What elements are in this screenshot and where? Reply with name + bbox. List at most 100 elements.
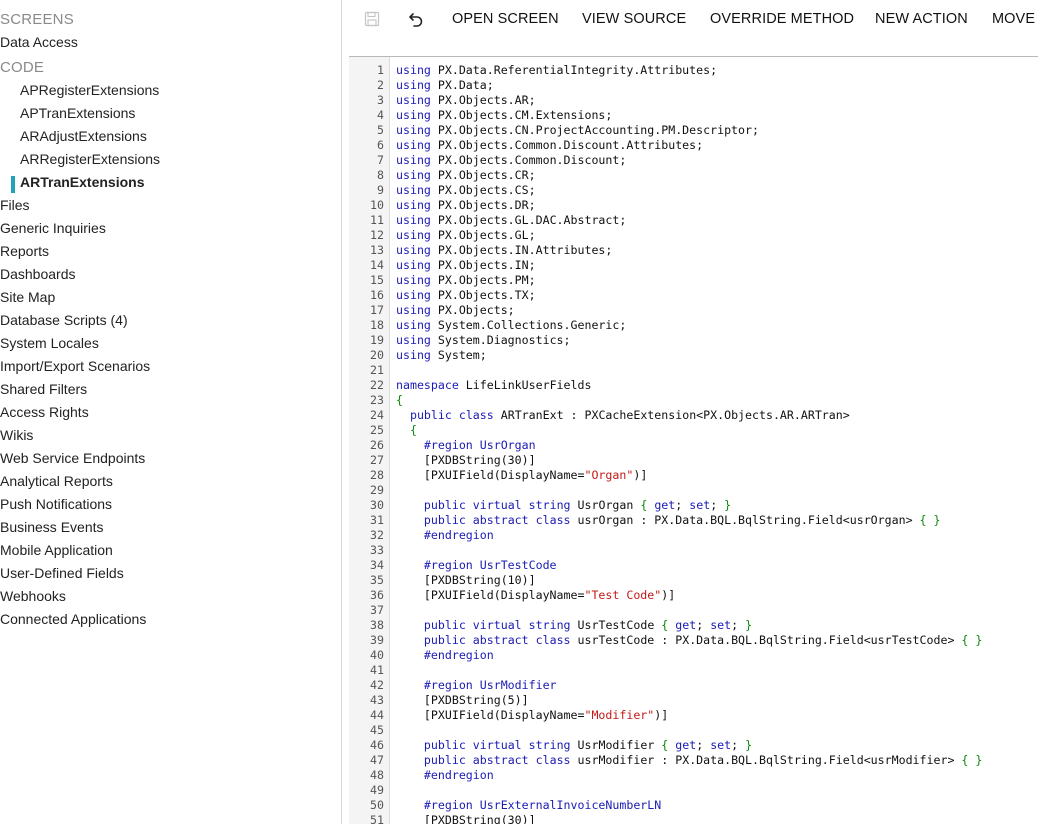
line-number: 37 — [370, 603, 384, 617]
code-text[interactable]: using PX.Data; — [396, 78, 494, 93]
code-text[interactable]: [PXDBString(30)] — [396, 453, 536, 468]
code-text[interactable]: using PX.Objects.GL.DAC.Abstract; — [396, 213, 626, 228]
code-text[interactable]: public abstract class usrTestCode : PX.D… — [396, 633, 982, 648]
code-text[interactable]: using PX.Objects.TX; — [396, 288, 536, 303]
active-item-indicator — [11, 176, 15, 193]
sidebar-item-generic-inquiries[interactable]: Generic Inquiries — [0, 217, 106, 240]
line-number: 38 — [370, 618, 384, 632]
line-number: 5 — [377, 123, 384, 137]
code-text[interactable]: using PX.Objects.Common.Discount; — [396, 153, 626, 168]
line-number: 44 — [370, 708, 384, 722]
sidebar-item-wikis[interactable]: Wikis — [0, 424, 33, 447]
code-text[interactable]: using PX.Objects.CS; — [396, 183, 536, 198]
undo-icon[interactable] — [406, 9, 426, 29]
line-number: 29 — [370, 483, 384, 497]
sidebar-item-analytical-reports[interactable]: Analytical Reports — [0, 470, 113, 493]
code-text[interactable]: #region UsrOrgan — [396, 438, 536, 453]
sidebar-item-data-access[interactable]: Data Access — [0, 31, 78, 54]
code-text[interactable]: [PXUIField(DisplayName="Organ")] — [396, 468, 647, 483]
line-number: 7 — [377, 153, 384, 167]
line-number: 12 — [370, 228, 384, 242]
save-icon[interactable] — [362, 9, 382, 29]
code-text[interactable]: public class ARTranExt : PXCacheExtensio… — [396, 408, 850, 423]
code-text[interactable]: using PX.Objects.CR; — [396, 168, 536, 183]
sidebar-section-code[interactable]: CODE — [0, 56, 44, 79]
code-text[interactable]: using PX.Objects.Common.Discount.Attribu… — [396, 138, 703, 153]
new-action-button[interactable]: NEW ACTION — [875, 0, 968, 38]
sidebar-item-database-scripts-4[interactable]: Database Scripts (4) — [0, 309, 128, 332]
sidebar-code-item-arregisterextensions[interactable]: ARRegisterExtensions — [20, 148, 160, 171]
code-text[interactable]: using PX.Objects.PM; — [396, 273, 536, 288]
code-text[interactable]: using PX.Objects.IN; — [396, 258, 536, 273]
override-method-button[interactable]: OVERRIDE METHOD — [710, 0, 854, 38]
line-number: 18 — [370, 318, 384, 332]
line-number: 49 — [370, 783, 384, 797]
code-editor[interactable]: 1 using PX.Data.ReferentialIntegrity.Attr… — [349, 57, 1038, 824]
sidebar-item-mobile-application[interactable]: Mobile Application — [0, 539, 113, 562]
line-number: 40 — [370, 648, 384, 662]
line-number: 43 — [370, 693, 384, 707]
line-number: 4 — [377, 108, 384, 122]
code-text[interactable]: [PXUIField(DisplayName="Modifier")] — [396, 708, 668, 723]
sidebar-item-import-export-scenarios[interactable]: Import/Export Scenarios — [0, 355, 150, 378]
line-number: 25 — [370, 423, 384, 437]
view-source-button[interactable]: VIEW SOURCE — [582, 0, 686, 38]
code-text[interactable]: using PX.Objects.IN.Attributes; — [396, 243, 612, 258]
code-text[interactable]: public virtual string UsrModifier { get;… — [396, 738, 752, 753]
open-screen-button[interactable]: OPEN SCREEN — [452, 0, 559, 38]
line-number: 39 — [370, 633, 384, 647]
code-text[interactable]: using PX.Objects.AR; — [396, 93, 536, 108]
code-text[interactable]: [PXDBString(30)] — [396, 813, 536, 824]
code-text[interactable]: using System.Diagnostics; — [396, 333, 571, 348]
code-text[interactable]: public virtual string UsrOrgan { get; se… — [396, 498, 731, 513]
code-text[interactable]: [PXUIField(DisplayName="Test Code")] — [396, 588, 675, 603]
code-text[interactable]: #endregion — [396, 528, 494, 543]
code-text[interactable]: using System; — [396, 348, 487, 363]
code-text[interactable]: using System.Collections.Generic; — [396, 318, 626, 333]
code-text[interactable]: using PX.Objects.CM.Extensions; — [396, 108, 612, 123]
sidebar-code-item-artranextensions[interactable]: ARTranExtensions — [20, 171, 144, 194]
code-text[interactable]: using PX.Objects.DR; — [396, 198, 536, 213]
code-text[interactable]: #endregion — [396, 648, 494, 663]
code-text[interactable]: public abstract class usrOrgan : PX.Data… — [396, 513, 941, 528]
line-number: 1 — [377, 63, 384, 77]
sidebar-code-item-aptranextensions[interactable]: APTranExtensions — [20, 102, 135, 125]
code-text[interactable]: { — [396, 393, 403, 408]
code-text[interactable]: using PX.Objects; — [396, 303, 515, 318]
sidebar-item-push-notifications[interactable]: Push Notifications — [0, 493, 112, 516]
move-button[interactable]: MOVE T — [992, 0, 1038, 38]
code-text[interactable]: using PX.Objects.GL; — [396, 228, 536, 243]
sidebar-item-user-defined-fields[interactable]: User-Defined Fields — [0, 562, 124, 585]
sidebar-item-system-locales[interactable]: System Locales — [0, 332, 99, 355]
sidebar-item-webhooks[interactable]: Webhooks — [0, 585, 66, 608]
code-text[interactable]: #region UsrModifier — [396, 678, 557, 693]
code-text[interactable]: using PX.Data.ReferentialIntegrity.Attri… — [396, 63, 717, 78]
code-text[interactable]: #region UsrTestCode — [396, 558, 557, 573]
sidebar-item-dashboards[interactable]: Dashboards — [0, 263, 76, 286]
sidebar-item-web-service-endpoints[interactable]: Web Service Endpoints — [0, 447, 145, 470]
sidebar-item-shared-filters[interactable]: Shared Filters — [0, 378, 87, 401]
sidebar-item-access-rights[interactable]: Access Rights — [0, 401, 89, 424]
sidebar-code-item-aradjustextensions[interactable]: ARAdjustExtensions — [20, 125, 147, 148]
code-text[interactable]: [PXDBString(10)] — [396, 573, 536, 588]
code-text[interactable]: [PXDBString(5)] — [396, 693, 529, 708]
code-text[interactable]: using PX.Objects.CN.ProjectAccounting.PM… — [396, 123, 759, 138]
code-text[interactable]: namespace LifeLinkUserFields — [396, 378, 591, 393]
sidebar-item-site-map[interactable]: Site Map — [0, 286, 55, 309]
sidebar-section-screens[interactable]: SCREENS — [0, 8, 74, 31]
code-text[interactable]: { — [396, 423, 417, 438]
sidebar-code-item-apregisterextensions[interactable]: APRegisterExtensions — [20, 79, 159, 102]
line-number: 24 — [370, 408, 384, 422]
line-number: 33 — [370, 543, 384, 557]
sidebar-item-reports[interactable]: Reports — [0, 240, 49, 263]
sidebar-item-connected-applications[interactable]: Connected Applications — [0, 608, 146, 631]
line-number: 19 — [370, 333, 384, 347]
toolbar: OPEN SCREEN VIEW SOURCE OVERRIDE METHOD … — [342, 0, 1038, 38]
sidebar-item-business-events[interactable]: Business Events — [0, 516, 104, 539]
code-text[interactable]: public abstract class usrModifier : PX.D… — [396, 753, 982, 768]
code-text[interactable]: public virtual string UsrTestCode { get;… — [396, 618, 752, 633]
sidebar-item-files[interactable]: Files — [0, 194, 30, 217]
line-number: 47 — [370, 753, 384, 767]
code-text[interactable]: #endregion — [396, 768, 494, 783]
code-text[interactable]: #region UsrExternalInvoiceNumberLN — [396, 798, 661, 813]
